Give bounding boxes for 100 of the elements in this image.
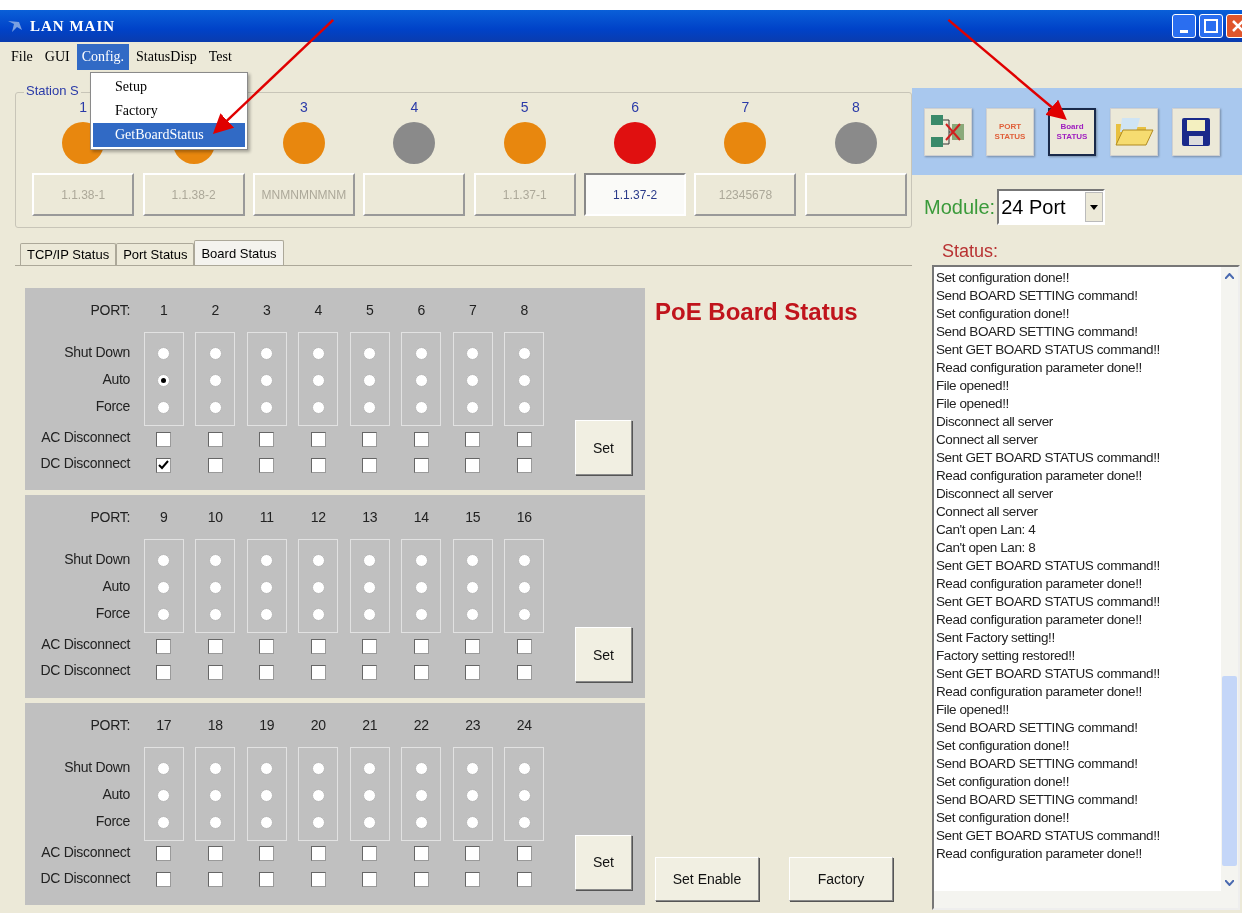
tab[interactable]: Board Status [194, 240, 284, 265]
radio-button[interactable] [260, 581, 274, 595]
radio-button[interactable] [414, 554, 428, 568]
checkbox[interactable] [465, 457, 481, 473]
checkbox[interactable] [413, 431, 429, 447]
radio-button[interactable] [311, 788, 325, 802]
checkbox[interactable] [207, 846, 223, 862]
checkbox[interactable] [413, 872, 429, 888]
radio-button[interactable] [414, 788, 428, 802]
menu-item[interactable]: StatusDisp [131, 44, 202, 70]
open-button[interactable] [1110, 107, 1158, 156]
action-button[interactable]: Set Enable [655, 857, 759, 901]
radio-button[interactable] [517, 608, 531, 622]
menu-option[interactable]: GetBoardStatus [93, 123, 245, 147]
radio-button[interactable] [414, 581, 428, 595]
checkbox[interactable] [362, 638, 378, 654]
set-button[interactable]: Set [575, 627, 632, 683]
checkbox[interactable] [362, 846, 378, 862]
checkbox[interactable] [516, 872, 532, 888]
checkbox[interactable] [310, 846, 326, 862]
radio-button[interactable] [311, 761, 325, 775]
radio-button[interactable] [414, 374, 428, 387]
checkbox[interactable] [156, 431, 172, 447]
set-button[interactable]: Set [575, 420, 632, 475]
menu-option[interactable]: Setup [93, 75, 245, 99]
station-button[interactable] [363, 173, 466, 216]
radio-button[interactable] [311, 347, 325, 360]
checkbox[interactable] [465, 872, 481, 888]
checkbox[interactable] [259, 872, 275, 888]
radio-button[interactable] [517, 554, 531, 568]
checkbox[interactable] [310, 872, 326, 888]
tab[interactable]: TCP/IP Status [20, 243, 117, 265]
checkbox[interactable] [465, 431, 481, 447]
radio-button[interactable] [363, 401, 377, 414]
save-button[interactable] [1172, 107, 1220, 156]
checkbox[interactable] [516, 638, 532, 654]
radio-button[interactable] [363, 347, 377, 360]
radio-button[interactable] [260, 347, 274, 360]
menu-option[interactable]: Factory [93, 99, 245, 123]
radio-button[interactable] [157, 347, 171, 360]
checkbox[interactable] [259, 664, 275, 680]
radio-button[interactable] [517, 815, 531, 829]
radio-button[interactable] [311, 401, 325, 414]
radio-button[interactable] [157, 401, 171, 414]
tab[interactable]: Port Status [116, 243, 195, 265]
checkbox[interactable] [310, 664, 326, 680]
checkbox[interactable] [310, 457, 326, 473]
radio-button[interactable] [157, 761, 171, 775]
radio-button[interactable] [466, 788, 480, 802]
radio-button[interactable] [414, 347, 428, 360]
set-button[interactable]: Set [575, 834, 632, 890]
checkbox[interactable] [362, 872, 378, 888]
radio-button[interactable] [363, 788, 377, 802]
checkbox[interactable] [259, 846, 275, 862]
radio-button[interactable] [208, 554, 222, 568]
checkbox[interactable] [156, 872, 172, 888]
radio-button[interactable] [208, 815, 222, 829]
radio-button[interactable] [157, 815, 171, 829]
radio-button[interactable] [208, 374, 222, 387]
radio-button[interactable] [466, 608, 480, 622]
radio-button[interactable] [466, 761, 480, 775]
checkbox[interactable] [156, 846, 172, 862]
radio-button[interactable] [311, 374, 325, 387]
radio-button[interactable] [311, 815, 325, 829]
radio-button[interactable] [208, 761, 222, 775]
menu-item[interactable]: GUI [39, 44, 75, 70]
checkbox[interactable] [207, 431, 223, 447]
checkbox[interactable] [362, 664, 378, 680]
radio-button[interactable] [311, 581, 325, 595]
radio-button[interactable] [363, 761, 377, 775]
checkbox[interactable] [413, 846, 429, 862]
radio-button[interactable] [157, 374, 171, 387]
radio-button[interactable] [208, 608, 222, 622]
checkbox[interactable] [207, 664, 223, 680]
menu-item[interactable]: Test [203, 44, 237, 70]
radio-button[interactable] [466, 374, 480, 387]
station-button[interactable] [804, 173, 907, 216]
checkbox[interactable] [156, 664, 172, 680]
checkbox[interactable] [156, 638, 172, 654]
checkbox[interactable] [310, 638, 326, 654]
maximize-button[interactable] [1199, 14, 1223, 38]
checkbox[interactable] [413, 638, 429, 654]
checkbox[interactable] [362, 457, 378, 473]
radio-button[interactable] [260, 815, 274, 829]
checkbox[interactable] [516, 846, 532, 862]
radio-button[interactable] [208, 347, 222, 360]
radio-button[interactable] [414, 761, 428, 775]
checkbox[interactable] [516, 664, 532, 680]
radio-button[interactable] [466, 347, 480, 360]
radio-button[interactable] [208, 401, 222, 414]
radio-button[interactable] [311, 608, 325, 622]
radio-button[interactable] [466, 815, 480, 829]
radio-button[interactable] [260, 608, 274, 622]
checkbox[interactable] [413, 457, 429, 473]
radio-button[interactable] [517, 761, 531, 775]
radio-button[interactable] [157, 581, 171, 595]
horizontal-scrollbar[interactable] [934, 891, 1238, 908]
menu-item[interactable]: Config. [76, 44, 130, 70]
checkbox[interactable] [516, 431, 532, 447]
radio-button[interactable] [363, 554, 377, 568]
